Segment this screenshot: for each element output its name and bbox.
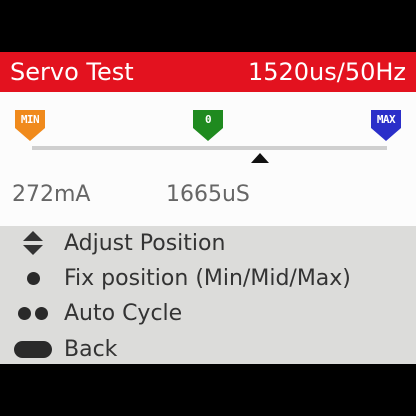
position-pointer-icon (251, 153, 269, 163)
up-down-arrows-icon (14, 229, 52, 257)
help-label-auto: Auto Cycle (64, 300, 183, 326)
title-bar: Servo Test 1520us/50Hz (0, 52, 416, 92)
help-row-adjust: Adjust Position (0, 226, 416, 260)
help-label-adjust: Adjust Position (64, 230, 226, 256)
long-press-icon (14, 335, 52, 363)
help-label-back: Back (64, 336, 118, 362)
min-marker: MIN (15, 110, 45, 142)
center-marker-label: 0 (204, 113, 212, 126)
help-label-fix: Fix position (Min/Mid/Max) (64, 265, 351, 291)
max-marker-label: MAX (376, 113, 396, 126)
double-press-icon (14, 299, 52, 327)
single-press-icon (14, 264, 52, 292)
pulse-width-reading: 1665uS (166, 182, 250, 207)
signal-status: 1520us/50Hz (247, 58, 406, 86)
max-marker: MAX (371, 110, 401, 142)
help-row-auto: Auto Cycle (0, 296, 416, 330)
page-title: Servo Test (10, 58, 134, 86)
position-track (32, 146, 387, 150)
min-marker-label: MIN (20, 113, 40, 126)
help-row-back: Back (0, 332, 416, 366)
device-screen: Servo Test 1520us/50Hz MIN 0 MAX 272mA 1… (0, 0, 416, 416)
center-marker: 0 (193, 110, 223, 142)
current-reading: 272mA (12, 182, 91, 207)
help-row-fix: Fix position (Min/Mid/Max) (0, 261, 416, 295)
